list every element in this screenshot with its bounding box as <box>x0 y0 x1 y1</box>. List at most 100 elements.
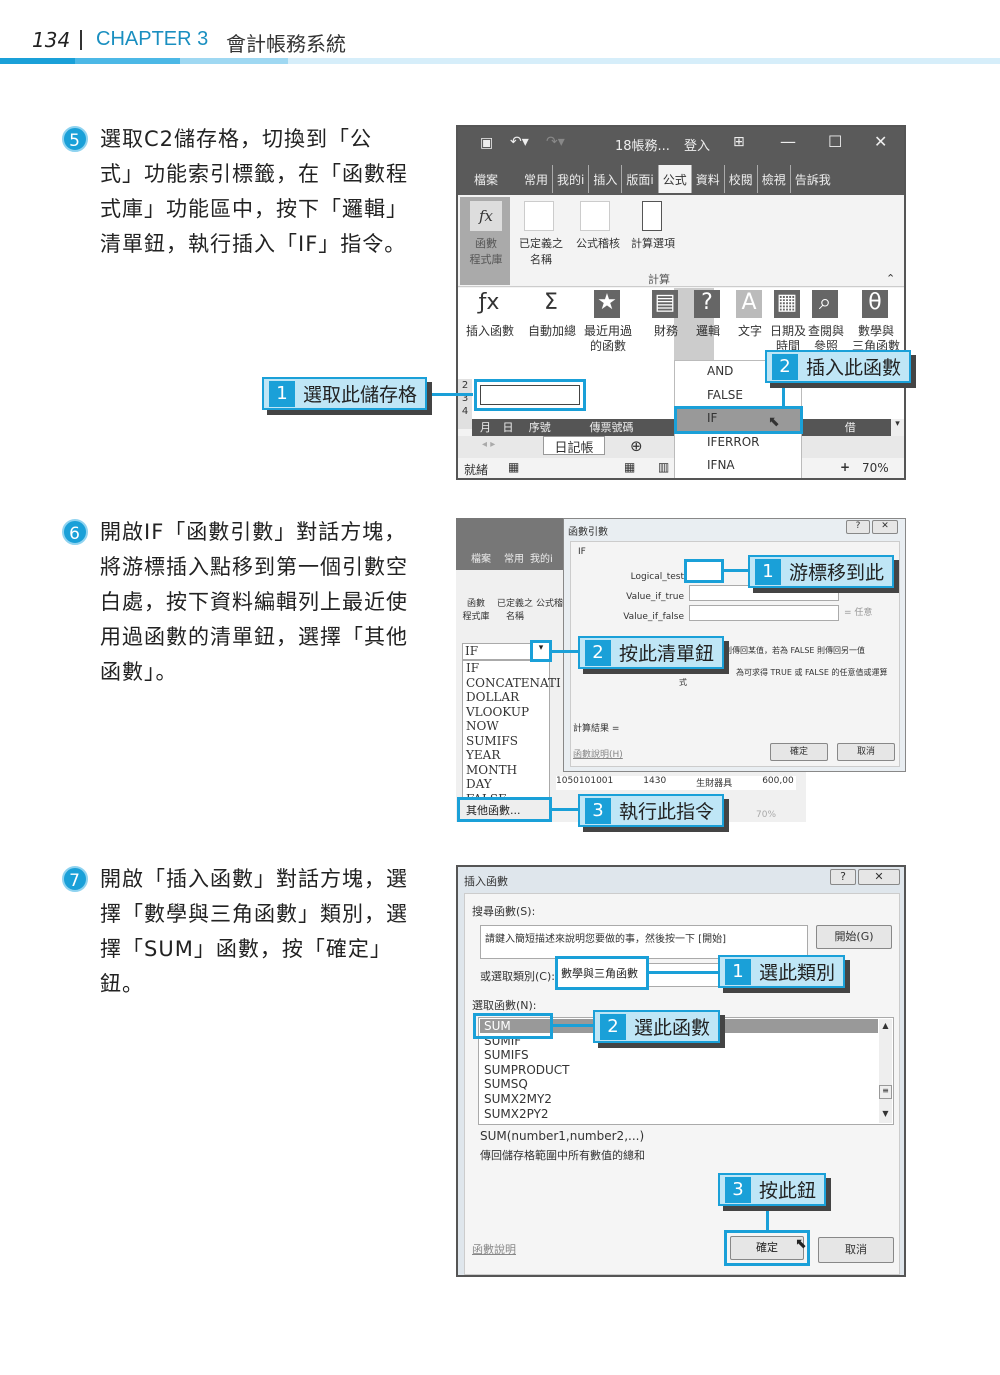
value-if-false-input[interactable] <box>689 605 839 621</box>
normal-view-icon[interactable]: ▦ <box>624 460 635 474</box>
page-layout-icon[interactable]: ▥ <box>658 460 669 474</box>
tab-2[interactable]: 我的i <box>553 165 590 193</box>
fx-icon: fx <box>470 201 502 231</box>
close-icon[interactable]: ✕ <box>858 869 900 885</box>
tab-6[interactable]: 資料 <box>692 165 725 193</box>
library-button-2[interactable]: 最近用過 的函數 <box>580 324 636 354</box>
recent-function-item[interactable]: DAY <box>463 777 549 792</box>
step-5: 5 選取C2儲存格，切換到「公 式」功能索引標籤，在「函數程 式庫」功能區中，按下「… <box>62 122 430 262</box>
recent-function-item[interactable]: SUMIFS <box>463 734 549 749</box>
column-header: 序號 <box>528 421 551 434</box>
callout-line <box>425 393 473 396</box>
logical-test-input[interactable] <box>684 559 724 583</box>
callout-line <box>552 808 580 811</box>
tab-1[interactable]: 常用 <box>520 165 554 193</box>
sum-highlight[interactable] <box>473 1013 553 1039</box>
defined-names-button[interactable]: 已定義之 名稱 <box>513 235 569 267</box>
ribbon-display-icon[interactable]: ⊞ <box>733 134 745 150</box>
help-icon[interactable]: ? <box>846 520 870 534</box>
recent-function-item[interactable]: IF <box>463 661 549 676</box>
undo-icon[interactable]: ↶▾ <box>510 134 529 150</box>
defined-names-icon <box>524 201 554 231</box>
close-icon[interactable]: ✕ <box>872 520 898 534</box>
cancel-button[interactable]: 取消 <box>837 743 895 761</box>
recent-function-item[interactable]: VLOOKUP <box>463 705 549 720</box>
recent-function-item[interactable]: YEAR <box>463 748 549 763</box>
zoom-in-icon[interactable]: + <box>840 460 850 474</box>
zoom-level: 70% <box>862 461 889 475</box>
formula-auditing-button[interactable]: 公式稽核 <box>570 235 626 251</box>
tab-8[interactable]: 檢視 <box>758 165 791 193</box>
dialog-title: 函數引數 <box>568 527 608 538</box>
step-line: 將游標插入點移到第一個引數空 <box>100 555 408 579</box>
category-select[interactable]: 數學與三角函數 <box>555 956 649 990</box>
save-icon[interactable]: ▣ <box>480 135 493 151</box>
help-link[interactable]: 函數說明(H) <box>573 747 623 760</box>
sheet-nav-icon[interactable]: ◂ ▸ <box>482 439 495 450</box>
tab-5[interactable]: 公式 <box>658 165 692 193</box>
formula-result: 計算結果 = <box>573 724 620 734</box>
insert-function-dialog: 插入函數 ? ✕ 搜尋函數(S): 請鍵入簡短描述來說明您要做的事，然後按一下 … <box>456 865 906 1277</box>
tab-7[interactable]: 校閱 <box>725 165 758 193</box>
function-item[interactable]: SUMX2MY2 <box>484 1092 570 1107</box>
search-input[interactable]: 請鍵入簡短描述來說明您要做的事，然後按一下 [開始] <box>480 925 808 959</box>
redo-icon[interactable]: ↷▾ <box>546 134 565 150</box>
add-sheet-icon[interactable]: ⊕ <box>630 437 643 455</box>
step-number: 7 <box>62 866 88 892</box>
function-item[interactable]: SUMX2PY2 <box>484 1107 570 1122</box>
function-list-label: 選取函數(N): <box>472 999 537 1012</box>
recent-function-item[interactable]: CONCATENATI <box>463 676 561 691</box>
tab-0[interactable]: 檔案 <box>470 165 520 193</box>
calculation-options-button[interactable]: 計算選項 <box>626 235 680 251</box>
function-name: IF <box>578 547 586 557</box>
library-icon-1: Σ <box>544 290 558 315</box>
list-scrollbar[interactable]: ▲ ≡ ▼ <box>879 1019 892 1123</box>
tab-3[interactable]: 插入 <box>589 165 623 193</box>
close-icon[interactable]: ✕ <box>874 132 887 151</box>
header-bar <box>180 58 288 64</box>
name-box-dropdown-button[interactable]: ▾ <box>530 640 552 662</box>
maximize-icon[interactable]: ☐ <box>828 132 842 151</box>
minimize-icon[interactable]: — <box>780 132 796 151</box>
recent-function-item[interactable]: DOLLAR <box>463 690 549 705</box>
login-link[interactable]: 登入 <box>684 135 710 154</box>
library-button-0[interactable]: 插入函數 <box>462 324 518 339</box>
column-header: 日 <box>502 421 514 434</box>
tab-9[interactable]: 告訴我 <box>791 165 835 193</box>
formula-auditing-icon <box>580 201 610 231</box>
menu-item-iferror[interactable]: IFERROR <box>675 432 801 456</box>
function-item[interactable]: SUMSQ <box>484 1077 570 1092</box>
scroll-down-icon[interactable]: ▾ <box>891 419 904 436</box>
tab-file: 檔案 <box>471 554 491 565</box>
defined-names-button[interactable]: 已定義之 名稱 <box>496 596 534 622</box>
function-item[interactable]: SUMPRODUCT <box>484 1063 570 1078</box>
help-link[interactable]: 函數說明 <box>472 1241 516 1257</box>
collapse-ribbon-icon[interactable]: ⌃ <box>886 272 895 285</box>
step-line: 開啟「插入函數」對話方塊，選 <box>100 867 408 891</box>
column-header: 月 <box>480 421 491 434</box>
recent-function-item[interactable]: MONTH <box>463 763 549 778</box>
argument-description: 為可求得 TRUE 或 FALSE 的任意值或運算 <box>736 668 888 677</box>
function-library-button[interactable]: 函數 程式庫 <box>458 596 494 622</box>
library-icon-2: ★ <box>594 290 620 318</box>
more-functions-item[interactable]: 其他函數... <box>457 797 552 822</box>
help-icon[interactable]: ? <box>830 869 856 885</box>
cancel-button[interactable]: 取消 <box>818 1237 894 1263</box>
menu-item-ifna[interactable]: IFNA <box>675 455 801 478</box>
library-button-1[interactable]: 自動加總 <box>524 324 580 339</box>
header-divider <box>80 30 82 50</box>
step-line: 清單鈕，執行插入「IF」指令。 <box>100 232 407 256</box>
step-number: 6 <box>62 519 88 545</box>
recent-function-item[interactable]: NOW <box>463 719 549 734</box>
go-button[interactable]: 開始(G) <box>816 925 892 949</box>
selected-cell-c2[interactable] <box>474 379 586 411</box>
callout-insert-function: 2 插入此函數 <box>765 350 912 383</box>
formula-auditing-button[interactable]: 公式稽 <box>536 596 566 609</box>
function-item[interactable]: SUMIFS <box>484 1048 570 1063</box>
data-cell: 1430 <box>643 776 667 786</box>
if-highlight <box>674 406 803 434</box>
callout-select-cell: 1 選取此儲存格 <box>262 377 428 410</box>
sheet-tab[interactable]: 日記帳 <box>543 436 605 456</box>
ok-button[interactable]: 確定 <box>770 743 828 761</box>
tab-4[interactable]: 版面i <box>622 165 659 193</box>
